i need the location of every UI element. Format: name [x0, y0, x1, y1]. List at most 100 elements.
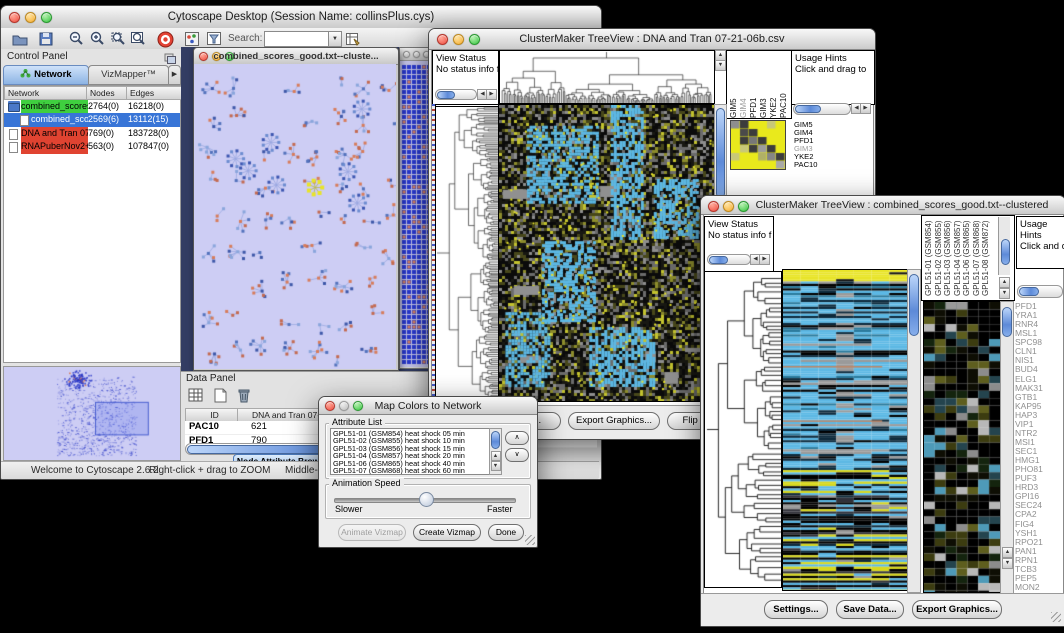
speed-slider-thumb[interactable]: [419, 492, 434, 507]
resize-grip[interactable]: [1051, 612, 1061, 622]
view-status-hscrollbar[interactable]: [435, 89, 477, 100]
detail-heatmap-canvas[interactable]: [923, 301, 1001, 593]
close-button[interactable]: [403, 51, 410, 58]
cytoscape-titlebar[interactable]: Cytoscape Desktop (Session Name: collins…: [1, 6, 601, 29]
heatmap-vscrollbar[interactable]: [907, 269, 921, 593]
detail-column-label: PFD1: [749, 51, 758, 118]
zoom-out-icon[interactable]: [67, 30, 85, 48]
detail-heatmap-canvas[interactable]: [730, 120, 786, 170]
attribute-list[interactable]: GPL51-01 (GSM854) heat shock 05 minGPL51…: [330, 428, 492, 475]
done-button[interactable]: Done: [488, 524, 524, 541]
scrollbar-thumb[interactable]: [709, 256, 728, 264]
scrollbar-thumb[interactable]: [491, 431, 500, 449]
desktop: Cytoscape Desktop (Session Name: collins…: [0, 0, 1064, 633]
scrollbar-thumb[interactable]: [909, 274, 919, 336]
network-frame-1[interactable]: combined_scores_good.txt--cluste...: [193, 47, 399, 371]
column-header-nodes[interactable]: Nodes: [86, 86, 130, 100]
scroll-down-arrow[interactable]: ▼: [999, 288, 1010, 299]
move-down-button[interactable]: ∨: [505, 448, 529, 462]
tab-network[interactable]: Network: [3, 65, 89, 85]
new-attribute-icon[interactable]: [211, 386, 229, 404]
settings-button[interactable]: Settings...: [764, 600, 828, 619]
column-header-edges[interactable]: Edges: [126, 86, 183, 100]
heatmap-canvas[interactable]: [498, 104, 715, 402]
network-list-row[interactable]: DNA and Tran 07 769(0) 183728(0): [4, 127, 180, 140]
scroll-down-arrow[interactable]: ▼: [715, 60, 726, 71]
scroll-up-arrow[interactable]: ▲: [1002, 547, 1013, 558]
scrollbar-thumb[interactable]: [1001, 239, 1010, 265]
network-name: combined_sco: [31, 113, 88, 126]
minimize-button[interactable]: [413, 51, 420, 58]
network-list: combined_scores 2764(0) 16218(0) combine…: [4, 100, 180, 154]
scrollbar-thumb[interactable]: [1019, 287, 1039, 296]
view-status-text: No status info f: [708, 230, 773, 241]
column-dendrogram-canvas[interactable]: [498, 50, 715, 104]
network-frame-1-titlebar[interactable]: combined_scores_good.txt--cluste...: [194, 48, 398, 65]
data-row-id: PAC10: [189, 421, 219, 434]
column-header-network[interactable]: Network: [4, 86, 90, 100]
export-graphics-button[interactable]: Export Graphics...: [912, 600, 1002, 619]
detail-hscrollbar[interactable]: [793, 103, 851, 115]
scroll-down-arrow[interactable]: ▼: [1002, 558, 1013, 569]
annotation-icon[interactable]: [183, 30, 201, 48]
network-overview-canvas[interactable]: [3, 366, 181, 461]
row-dendrogram-canvas[interactable]: [435, 104, 499, 402]
close-button[interactable]: [708, 201, 719, 212]
minimize-button[interactable]: [723, 201, 734, 212]
scroll-right-arrow[interactable]: ▶: [860, 103, 871, 114]
scroll-up-arrow[interactable]: ▲: [491, 451, 501, 461]
network-view-canvas[interactable]: [194, 64, 396, 369]
data-column-id[interactable]: ID: [185, 408, 241, 422]
scrollbar-thumb[interactable]: [437, 91, 455, 99]
scroll-down-arrow[interactable]: ▼: [491, 461, 501, 471]
zoom-in-icon[interactable]: [88, 30, 106, 48]
usage-hints-hscrollbar[interactable]: [1017, 285, 1063, 298]
treeview1-titlebar[interactable]: ClusterMaker TreeView : DNA and Tran 07-…: [429, 29, 875, 50]
attribute-list-vscrollbar[interactable]: ▲ ▼: [489, 428, 502, 475]
delete-attribute-icon[interactable]: [235, 386, 253, 404]
search-dropdown-arrow[interactable]: ▼: [328, 31, 342, 47]
attribute-list-item[interactable]: GPL51-07 (GSM868) heat shock 60 min: [333, 467, 491, 474]
gene-label[interactable]: MON2: [1015, 583, 1062, 592]
export-graphics-button[interactable]: Export Graphics...: [568, 412, 660, 430]
filter-icon[interactable]: [205, 30, 223, 48]
usage-hints-panel: Usage Hints Click and drag to: [1016, 216, 1064, 269]
animate-vizmap-button[interactable]: Animate Vizmap: [338, 524, 406, 541]
scroll-up-arrow[interactable]: ▲: [999, 277, 1010, 288]
usage-hints-text: Click and drag to: [795, 64, 874, 75]
network-edges-count: 183728(0): [128, 127, 169, 140]
help-lifering-icon[interactable]: [156, 30, 174, 48]
column-labels-vscrollbar[interactable]: [998, 217, 1010, 275]
tab-vizmapper[interactable]: VizMapper™: [88, 65, 169, 85]
more-tabs-button[interactable]: ▶: [168, 65, 181, 85]
save-data-button[interactable]: Save Data...: [836, 600, 904, 619]
view-status-hscrollbar[interactable]: [707, 254, 751, 265]
gene-list[interactable]: PFD1YRA1RNR4MSL1SPC98CLN1NIS1BUD4ELG1MAK…: [1015, 302, 1062, 592]
scroll-right-arrow[interactable]: ▶: [486, 89, 497, 100]
heatmap-canvas[interactable]: [782, 269, 908, 591]
save-session-icon[interactable]: [37, 30, 55, 48]
map-colors-dialog: Map Colors to Network Attribute List GPL…: [318, 396, 538, 548]
scrollbar-thumb[interactable]: [716, 108, 725, 198]
detail-row-label: PAC10: [794, 161, 844, 169]
scrollbar-thumb[interactable]: [1002, 307, 1012, 337]
row-dendrogram-canvas[interactable]: [704, 271, 782, 588]
attribute-browser-icon[interactable]: [344, 30, 362, 48]
detail-vscrollbar[interactable]: ▲ ▼: [1000, 301, 1014, 594]
search-input[interactable]: [264, 31, 332, 47]
zoom-fit-icon[interactable]: [129, 30, 147, 48]
tab-network-label: Network: [34, 69, 71, 80]
network-list-row[interactable]: RNAPuberNov2+ 563(0) 107847(0): [4, 140, 180, 153]
treeview2-titlebar[interactable]: ClusterMaker TreeView : combined_scores_…: [701, 196, 1064, 215]
zoom-selected-icon[interactable]: [109, 30, 127, 48]
create-vizmap-button[interactable]: Create Vizmap: [413, 524, 481, 541]
network-list-row[interactable]: combined_scores 2764(0) 16218(0): [4, 100, 180, 113]
scrollbar-thumb[interactable]: [795, 105, 821, 113]
network-list-row[interactable]: combined_sco 2569(6) 13112(15): [4, 113, 180, 126]
resize-grip[interactable]: [525, 535, 535, 545]
move-up-button[interactable]: ∧: [505, 431, 529, 445]
dialog-titlebar[interactable]: Map Colors to Network: [319, 397, 537, 415]
attribute-table-icon[interactable]: [187, 386, 205, 404]
scroll-right-arrow[interactable]: ▶: [759, 254, 770, 265]
open-session-icon[interactable]: [11, 30, 29, 48]
